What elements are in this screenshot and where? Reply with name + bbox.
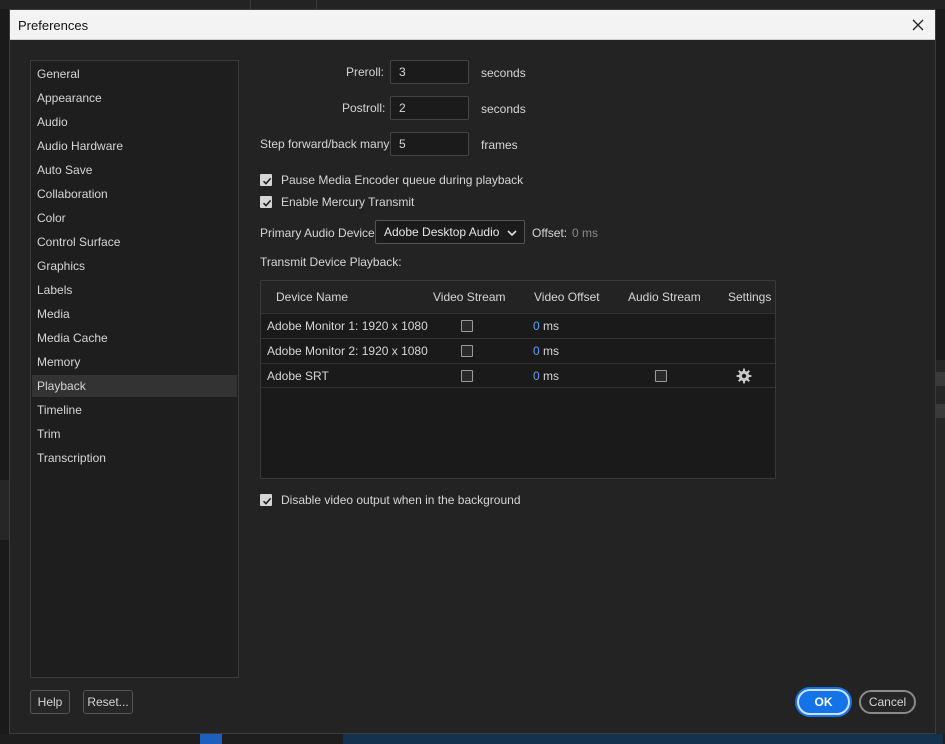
video-offset[interactable]: 0 ms	[533, 319, 559, 333]
transmit-label: Transmit Device Playback:	[260, 255, 402, 269]
background-clip	[200, 734, 222, 744]
chevron-down-icon	[507, 230, 517, 237]
preroll-label: Preroll:	[346, 65, 385, 79]
ok-button[interactable]: OK	[797, 689, 850, 715]
sidebar-item-audio[interactable]: Audio	[32, 111, 237, 133]
sidebar-item-audio-hardware[interactable]: Audio Hardware	[32, 135, 237, 157]
sidebar-item-color[interactable]: Color	[32, 207, 237, 229]
offset-value: 0 ms	[572, 226, 599, 240]
disable-background-output-label: Disable video output when in the backgro…	[281, 493, 521, 507]
audio-device-dropdown[interactable]: Adobe Desktop Audio	[375, 220, 525, 244]
cancel-button[interactable]: Cancel	[859, 690, 916, 714]
close-icon[interactable]	[907, 14, 929, 36]
background-app-left	[0, 480, 9, 540]
background-track	[936, 404, 945, 418]
pause-encoder-checkbox[interactable]	[260, 174, 272, 186]
sidebar-item-graphics[interactable]: Graphics	[32, 255, 237, 277]
disable-background-output-checkbox[interactable]	[260, 494, 272, 506]
sidebar-item-collaboration[interactable]: Collaboration	[32, 183, 237, 205]
background-app-strip	[0, 0, 945, 9]
sidebar-item-transcription[interactable]: Transcription	[32, 447, 237, 469]
sidebar-item-memory[interactable]: Memory	[32, 351, 237, 373]
postroll-unit: seconds	[481, 102, 526, 116]
column-video-offset: Video Offset	[534, 290, 600, 304]
audio-device-value: Adobe Desktop Audio	[384, 225, 500, 239]
mercury-transmit-label: Enable Mercury Transmit	[281, 195, 415, 209]
preferences-dialog: Preferences General Appearance Audio Aud…	[9, 9, 936, 734]
column-settings: Settings	[728, 290, 772, 304]
step-unit: frames	[481, 138, 518, 152]
video-offset[interactable]: 0 ms	[533, 369, 559, 383]
device-name: Adobe Monitor 1: 1920 x 1080	[267, 319, 428, 333]
sidebar-item-control-surface[interactable]: Control Surface	[32, 231, 237, 253]
sidebar-item-appearance[interactable]: Appearance	[32, 87, 237, 109]
background-panel-edge	[316, 0, 377, 9]
table-row: Adobe SRT 0 ms	[261, 363, 775, 388]
help-button[interactable]: Help	[30, 690, 70, 714]
video-offset[interactable]: 0 ms	[533, 344, 559, 358]
sidebar-item-general[interactable]: General	[32, 63, 237, 85]
window-title: Preferences	[18, 18, 89, 33]
background-panel-edge	[250, 0, 311, 9]
audio-stream-checkbox[interactable]	[655, 370, 667, 382]
mercury-transmit-checkbox[interactable]	[260, 196, 272, 208]
transmit-device-table: Device Name Video Stream Video Offset Au…	[260, 280, 776, 479]
pause-encoder-label: Pause Media Encoder queue during playbac…	[281, 173, 524, 187]
background-app-right	[936, 360, 945, 740]
reset-button[interactable]: Reset...	[83, 690, 133, 714]
device-name: Adobe Monitor 2: 1920 x 1080	[267, 344, 428, 358]
offset-label: Offset:	[532, 226, 568, 240]
sidebar-item-playback[interactable]: Playback	[32, 375, 237, 397]
device-name: Adobe SRT	[267, 369, 329, 383]
title-bar: Preferences	[10, 10, 935, 40]
table-header: Device Name Video Stream Video Offset Au…	[261, 281, 775, 313]
table-row: Adobe Monitor 2: 1920 x 1080 0 ms	[261, 338, 775, 363]
background-app-bottom	[0, 734, 945, 744]
column-device-name: Device Name	[276, 290, 349, 304]
step-input[interactable]: 5	[390, 132, 469, 156]
gear-icon[interactable]	[736, 368, 752, 384]
step-label: Step forward/back many:	[260, 137, 393, 151]
sidebar-item-trim[interactable]: Trim	[32, 423, 237, 445]
sidebar-item-media-cache[interactable]: Media Cache	[32, 327, 237, 349]
sidebar-item-labels[interactable]: Labels	[32, 279, 237, 301]
preroll-input[interactable]: 3	[390, 60, 469, 84]
column-video-stream: Video Stream	[433, 290, 506, 304]
audio-device-label: Primary Audio Device:	[260, 226, 379, 240]
video-stream-checkbox[interactable]	[461, 345, 473, 357]
table-row: Adobe Monitor 1: 1920 x 1080 0 ms	[261, 313, 775, 338]
postroll-input[interactable]: 2	[390, 96, 469, 120]
column-audio-stream: Audio Stream	[628, 290, 701, 304]
sidebar-item-auto-save[interactable]: Auto Save	[32, 159, 237, 181]
background-timeline	[343, 734, 943, 744]
video-stream-checkbox[interactable]	[461, 320, 473, 332]
background-track	[936, 372, 945, 386]
sidebar-item-timeline[interactable]: Timeline	[32, 399, 237, 421]
postroll-label: Postroll:	[342, 101, 386, 115]
sidebar-item-media[interactable]: Media	[32, 303, 237, 325]
preroll-unit: seconds	[481, 66, 526, 80]
video-stream-checkbox[interactable]	[461, 370, 473, 382]
preferences-sidebar: General Appearance Audio Audio Hardware …	[30, 60, 239, 678]
